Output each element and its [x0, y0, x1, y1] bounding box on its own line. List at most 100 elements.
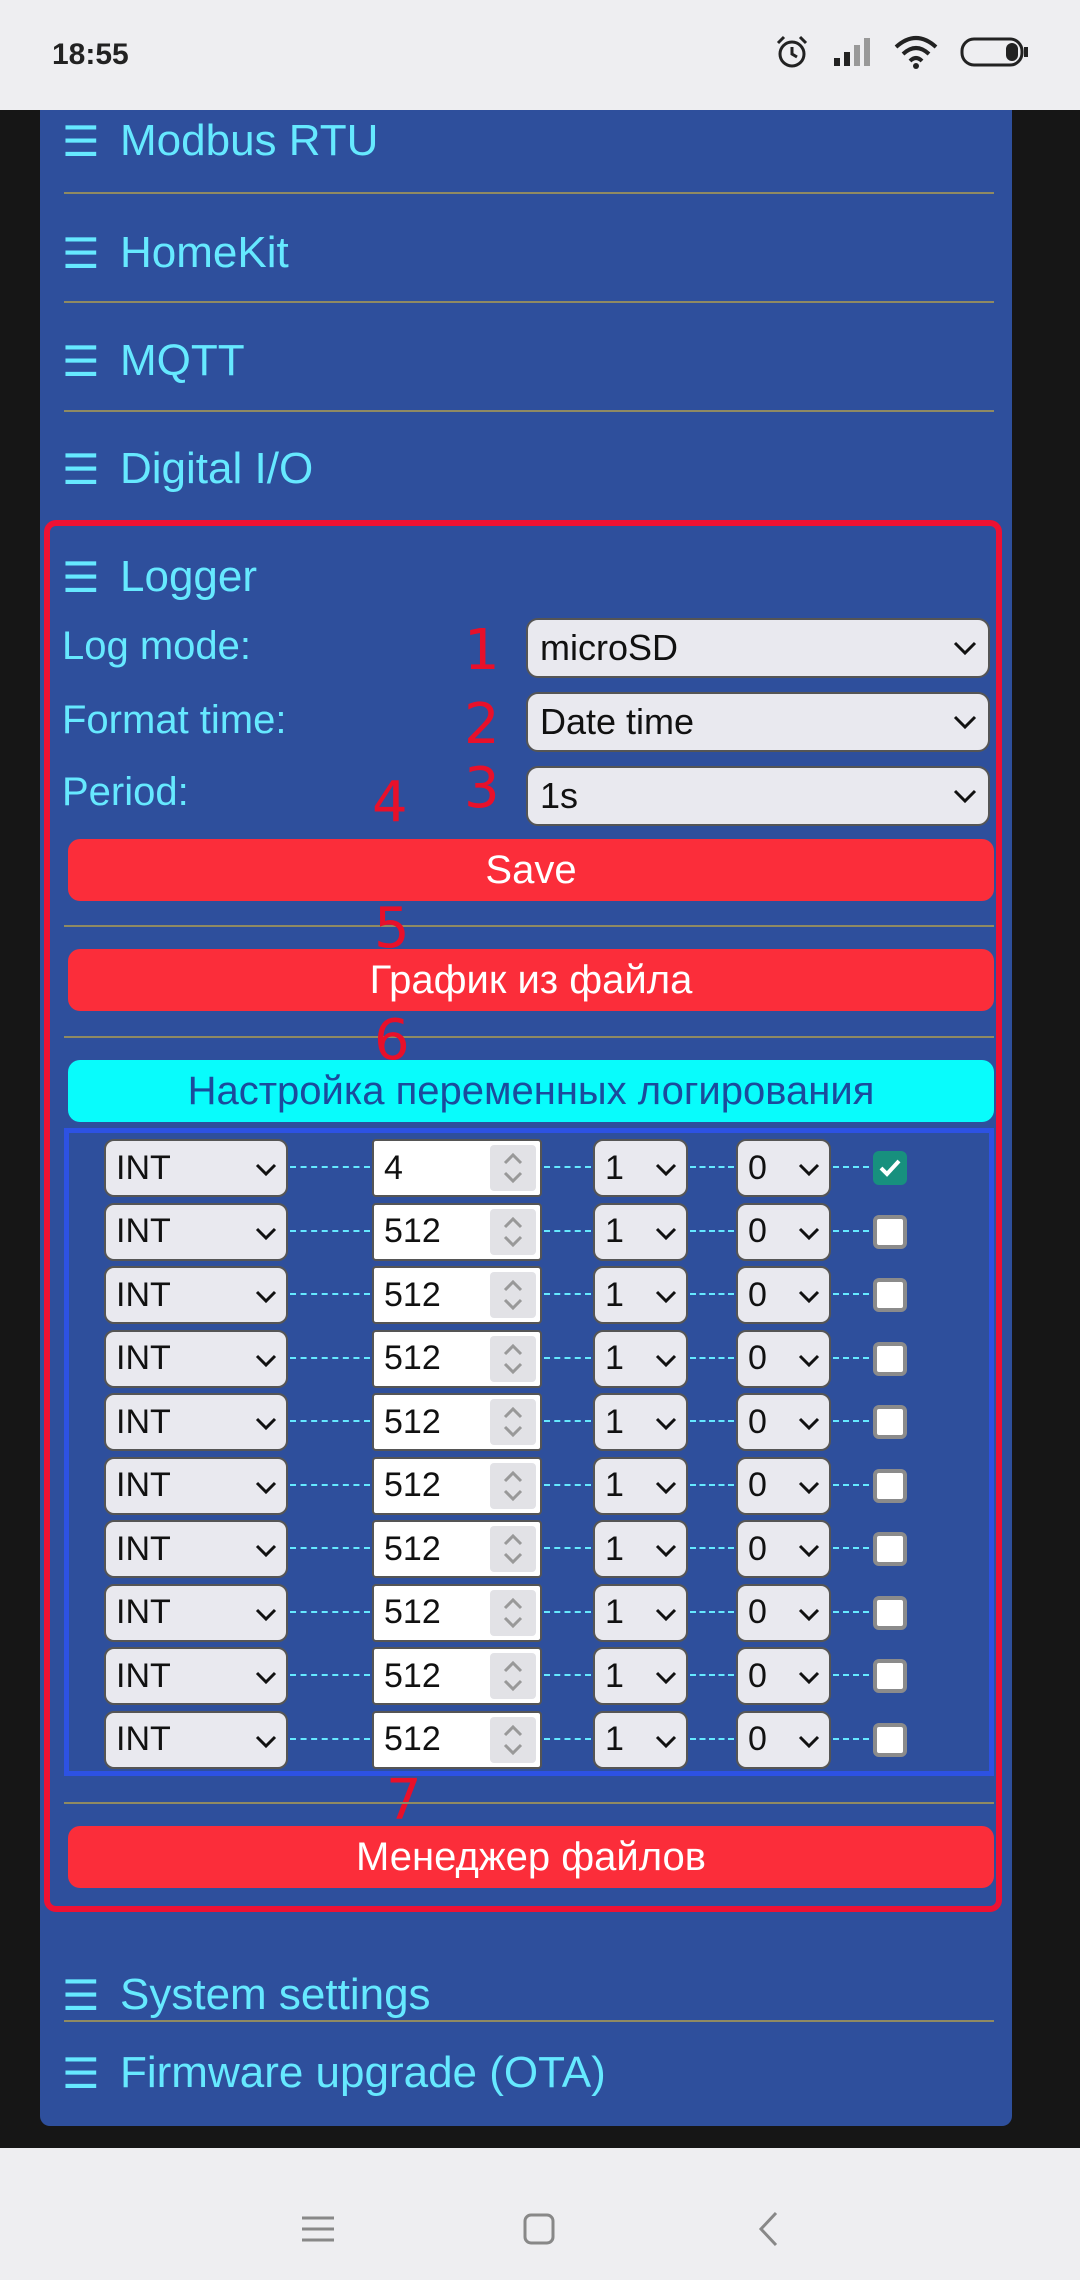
stepper-icon[interactable] — [490, 1145, 536, 1191]
variable-type-value: INT — [116, 1339, 171, 1377]
stepper-icon[interactable] — [490, 1335, 536, 1382]
section-mqtt[interactable]: ☰ MQTT — [62, 330, 994, 392]
stepper-icon[interactable] — [490, 1272, 536, 1318]
variable-address-input[interactable]: 512 — [372, 1710, 542, 1769]
variable-enable-checkbox[interactable] — [873, 1214, 907, 1249]
stepper-icon[interactable] — [490, 1462, 536, 1509]
annotation-marker: 3 — [464, 756, 500, 821]
log-mode-select[interactable]: microSD — [526, 618, 990, 678]
variable-type-select[interactable]: INT — [104, 1583, 288, 1642]
save-button[interactable]: Save — [68, 839, 994, 901]
section-modbus-rtu[interactable]: ☰ Modbus RTU — [62, 110, 994, 172]
variable-decimal-select[interactable]: 0 — [736, 1329, 831, 1388]
connector-line — [690, 1674, 734, 1676]
variable-decimal-select[interactable]: 0 — [736, 1583, 831, 1642]
variable-address-input[interactable]: 512 — [372, 1456, 542, 1515]
variable-enable-checkbox[interactable] — [873, 1468, 907, 1503]
variable-size-select[interactable]: 1 — [593, 1647, 688, 1705]
stepper-icon[interactable] — [490, 1716, 536, 1763]
file-manager-button[interactable]: Менеджер файлов — [68, 1826, 994, 1888]
variable-enable-checkbox[interactable] — [873, 1532, 907, 1566]
variable-type-select[interactable]: INT — [104, 1266, 288, 1324]
variable-type-value: INT — [116, 1212, 171, 1250]
variable-type-select[interactable]: INT — [104, 1139, 288, 1197]
period-label: Period: — [62, 770, 189, 814]
back-icon[interactable] — [756, 2210, 780, 2248]
stepper-icon[interactable] — [490, 1208, 536, 1255]
variable-row: INT 512 1 0 — [69, 1393, 999, 1451]
variable-decimal-select[interactable]: 0 — [736, 1393, 831, 1451]
chevron-down-icon — [255, 1544, 277, 1558]
variable-enable-checkbox[interactable] — [873, 1595, 907, 1630]
variable-size-select[interactable]: 1 — [593, 1139, 688, 1197]
variable-enable-checkbox[interactable] — [873, 1722, 907, 1757]
variable-enable-checkbox[interactable] — [873, 1341, 907, 1376]
variable-enable-checkbox[interactable] — [873, 1151, 907, 1185]
connector-line — [690, 1229, 734, 1232]
variable-enable-checkbox[interactable] — [873, 1405, 907, 1439]
connector-line — [544, 1229, 591, 1232]
check-icon — [879, 1159, 901, 1177]
divider — [64, 1802, 994, 1804]
stepper-icon[interactable] — [490, 1526, 536, 1572]
logging-variables-button[interactable]: Настройка переменных логирования — [68, 1060, 994, 1122]
connector-line — [290, 1229, 370, 1232]
variable-enable-checkbox[interactable] — [873, 1278, 907, 1312]
variable-address-input[interactable]: 4 — [372, 1139, 542, 1197]
variable-address-input[interactable]: 512 — [372, 1647, 542, 1705]
variable-size-select[interactable]: 1 — [593, 1266, 688, 1324]
variable-type-select[interactable]: INT — [104, 1329, 288, 1388]
variable-decimal-select[interactable]: 0 — [736, 1456, 831, 1515]
chevron-down-icon — [953, 641, 977, 656]
connector-line — [290, 1610, 370, 1613]
variable-address-input[interactable]: 512 — [372, 1520, 542, 1578]
section-system-settings[interactable]: ☰ System settings — [62, 1964, 994, 2026]
variable-size-select[interactable]: 1 — [593, 1583, 688, 1642]
variable-address-input[interactable]: 512 — [372, 1583, 542, 1642]
variable-address-input[interactable]: 512 — [372, 1266, 542, 1324]
section-digital-io[interactable]: ☰ Digital I/O — [62, 438, 994, 500]
variable-address-input[interactable]: 512 — [372, 1329, 542, 1388]
format-time-select[interactable]: Date time — [526, 692, 990, 752]
variable-decimal-select[interactable]: 0 — [736, 1647, 831, 1705]
status-time: 18:55 — [52, 38, 129, 71]
variable-decimal-select[interactable]: 0 — [736, 1139, 831, 1197]
variable-type-select[interactable]: INT — [104, 1202, 288, 1261]
period-select[interactable]: 1s — [526, 766, 990, 826]
variable-size-select[interactable]: 1 — [593, 1710, 688, 1769]
variable-size-select[interactable]: 1 — [593, 1202, 688, 1261]
variable-size-select[interactable]: 1 — [593, 1520, 688, 1578]
section-logger[interactable]: ☰ Logger — [62, 546, 994, 608]
variable-size-select[interactable]: 1 — [593, 1329, 688, 1388]
variable-type-select[interactable]: INT — [104, 1647, 288, 1705]
variable-size-select[interactable]: 1 — [593, 1393, 688, 1451]
home-icon[interactable] — [522, 2212, 556, 2246]
stepper-icon[interactable] — [490, 1589, 536, 1636]
stepper-icon[interactable] — [490, 1653, 536, 1699]
variable-size-select[interactable]: 1 — [593, 1456, 688, 1515]
stepper-icon[interactable] — [490, 1399, 536, 1445]
section-homekit[interactable]: ☰ HomeKit — [62, 222, 994, 284]
chevron-down-icon — [798, 1354, 820, 1367]
variable-type-value: INT — [116, 1656, 171, 1695]
menu-icon[interactable] — [300, 2214, 336, 2244]
variable-decimal-select[interactable]: 0 — [736, 1202, 831, 1261]
variable-type-select[interactable]: INT — [104, 1710, 288, 1769]
variable-type-select[interactable]: INT — [104, 1456, 288, 1515]
chevron-down-icon — [255, 1354, 277, 1367]
chart-from-file-button[interactable]: График из файла — [68, 949, 994, 1011]
variable-type-select[interactable]: INT — [104, 1393, 288, 1451]
variable-type-select[interactable]: INT — [104, 1520, 288, 1578]
variable-decimal-select[interactable]: 0 — [736, 1710, 831, 1769]
connector-line — [544, 1356, 591, 1359]
connector-line — [544, 1737, 591, 1740]
variable-address-input[interactable]: 512 — [372, 1393, 542, 1451]
variable-decimal-select[interactable]: 0 — [736, 1520, 831, 1578]
variable-enable-checkbox[interactable] — [873, 1659, 907, 1693]
variable-decimal-select[interactable]: 0 — [736, 1266, 831, 1324]
variable-address-value: 512 — [384, 1529, 441, 1568]
chevron-down-icon — [255, 1735, 277, 1748]
variable-address-input[interactable]: 512 — [372, 1202, 542, 1261]
connector-line — [833, 1166, 869, 1168]
section-firmware-upgrade[interactable]: ☰ Firmware upgrade (OTA) — [62, 2042, 994, 2104]
